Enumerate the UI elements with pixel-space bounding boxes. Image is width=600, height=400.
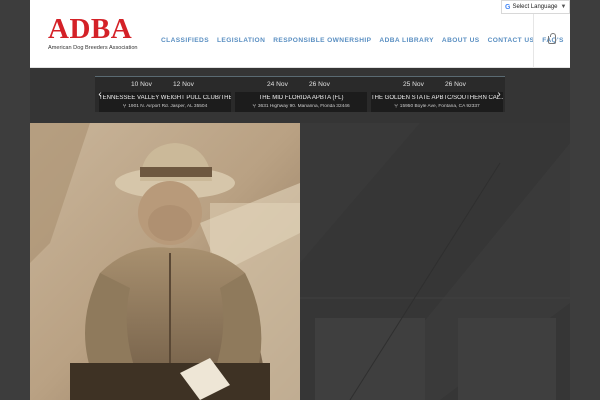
- nav-contact-us[interactable]: CONTACT US: [484, 37, 539, 44]
- event-start-date: 10 Nov: [131, 81, 152, 88]
- event-end-date: 12 Nov: [173, 81, 194, 88]
- site-header: ADBA American Dog Breeders Association C…: [30, 0, 570, 68]
- geometric-pattern: [300, 123, 570, 400]
- event-title[interactable]: THE MID FLORIDA APBTA (FL): [235, 95, 367, 101]
- left-margin: [0, 0, 30, 400]
- decorative-background: [300, 123, 570, 400]
- event-card[interactable]: 24 Nov 26 Nov THE MID FLORIDA APBTA (FL)…: [233, 77, 369, 113]
- nav-adba-library[interactable]: ADBA LIBRARY: [375, 37, 438, 44]
- logo-subtitle: American Dog Breeders Association: [48, 45, 138, 51]
- event-dates: 25 Nov 26 Nov: [369, 81, 505, 91]
- main-nav: CLASSIFIEDS LEGISLATION RESPONSIBLE OWNE…: [157, 37, 568, 44]
- adba-logo[interactable]: ADBA American Dog Breeders Association: [48, 14, 140, 56]
- language-selector[interactable]: G Select Language ▼: [501, 0, 570, 14]
- language-selector-label: Select Language: [512, 4, 558, 10]
- event-address: ⚲ 1901 N. Airport Rd. Jasper, AL 35504: [99, 104, 231, 109]
- event-address: ⚲ 3631 Highway 90. Marianna, Florida 3244…: [235, 104, 367, 109]
- event-start-date: 24 Nov: [267, 81, 288, 88]
- google-icon: G: [505, 3, 511, 11]
- shopping-bag-icon[interactable]: [548, 33, 556, 44]
- map-pin-icon: ⚲: [122, 104, 127, 109]
- event-info: THE MID FLORIDA APBTA (FL) ⚲ 3631 Highway…: [235, 92, 367, 112]
- event-info: THE GOLDEN STATE APBTC/SOUTHERN CAL... ⚲…: [371, 92, 503, 112]
- nav-responsible-ownership[interactable]: RESPONSIBLE OWNERSHIP: [269, 37, 375, 44]
- nav-legislation[interactable]: LEGISLATION: [213, 37, 269, 44]
- caret-down-icon: ▼: [560, 4, 567, 10]
- hero-photo: [30, 123, 300, 400]
- events-carousel: 10 Nov 12 Nov TENNESSEE VALLEY WEIGHT PU…: [95, 76, 505, 112]
- vintage-man-photo: [30, 123, 300, 400]
- event-address: ⚲ 15950 Boyle Ave, Fontana, CA 92337: [371, 104, 503, 109]
- carousel-prev-icon[interactable]: ‹: [95, 89, 105, 101]
- event-start-date: 25 Nov: [403, 81, 424, 88]
- nav-classifieds[interactable]: CLASSIFIEDS: [157, 37, 213, 44]
- event-title[interactable]: TENNESSEE VALLEY WEIGHT PULL CLUB/THE...: [99, 95, 231, 101]
- map-pin-icon: ⚲: [394, 104, 398, 109]
- event-end-date: 26 Nov: [309, 81, 330, 88]
- event-dates: 24 Nov 26 Nov: [233, 81, 369, 91]
- map-pin-icon: ⚲: [252, 104, 256, 109]
- event-address-text: 3631 Highway 90. Marianna, Florida 32446: [257, 104, 350, 109]
- event-card[interactable]: 10 Nov 12 Nov TENNESSEE VALLEY WEIGHT PU…: [97, 77, 233, 113]
- event-end-date: 26 Nov: [445, 81, 466, 88]
- event-title[interactable]: THE GOLDEN STATE APBTC/SOUTHERN CAL...: [371, 95, 503, 101]
- event-dates: 10 Nov 12 Nov: [97, 81, 233, 91]
- event-info: TENNESSEE VALLEY WEIGHT PULL CLUB/THE...…: [99, 92, 231, 112]
- event-address-text: 15950 Boyle Ave, Fontana, CA 92337: [399, 104, 480, 109]
- right-margin: [570, 0, 600, 400]
- event-card[interactable]: 25 Nov 26 Nov THE GOLDEN STATE APBTC/SOU…: [369, 77, 505, 113]
- carousel-next-icon[interactable]: ›: [494, 89, 504, 101]
- nav-about-us[interactable]: ABOUT US: [438, 37, 484, 44]
- logo-mark: ADBA: [48, 13, 133, 45]
- event-address-text: 1901 N. Airport Rd. Jasper, AL 35504: [128, 104, 208, 109]
